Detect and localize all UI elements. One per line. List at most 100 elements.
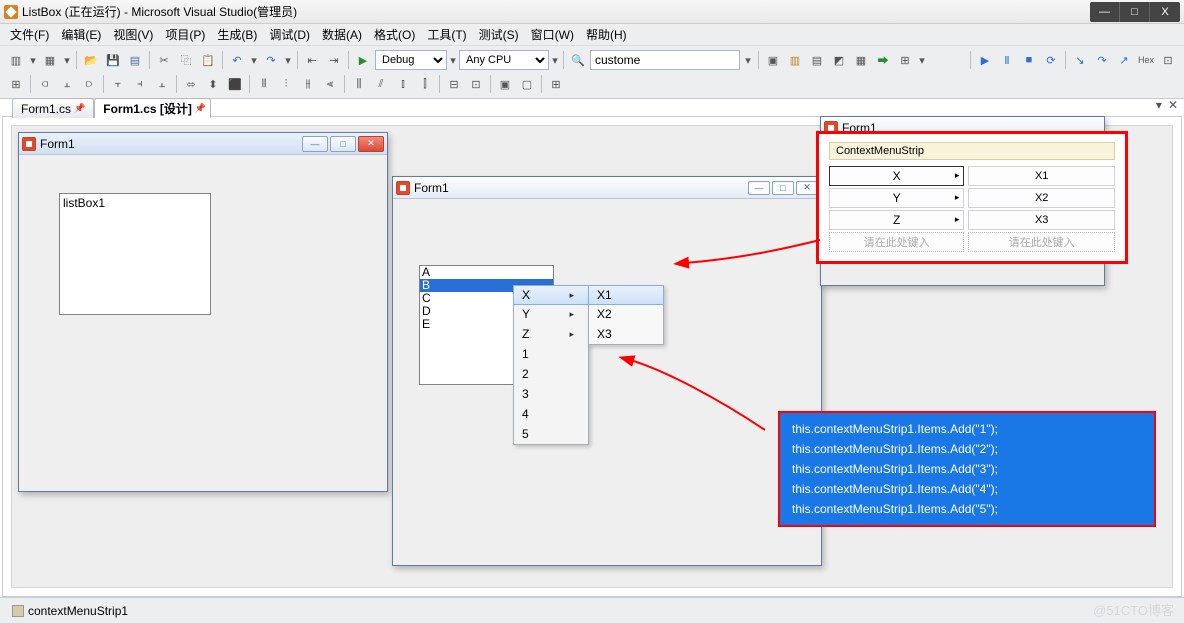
tab-dropdown-icon[interactable]: ▾ (1156, 98, 1162, 112)
form-minimize-button[interactable]: — (748, 181, 770, 195)
menu-help[interactable]: 帮助(H) (580, 24, 633, 45)
form1-designer[interactable]: Form1 — □ ✕ listBox1 (18, 132, 388, 492)
menu-edit[interactable]: 编辑(E) (55, 24, 107, 45)
contextmenustrip-designer[interactable]: ContextMenuStrip X▸ X1 Y▸ X2 Z▸ X3 请在此处键… (825, 138, 1119, 257)
dropdown-icon[interactable]: ▾ (449, 50, 457, 70)
menu-tools[interactable]: 工具(T) (421, 24, 472, 45)
restart-button[interactable]: ⟳ (1041, 50, 1061, 70)
toolbox-button[interactable]: ▣ (763, 50, 783, 70)
menu-item-x[interactable]: X▸ (513, 285, 589, 305)
same-size-button[interactable]: ⬛ (225, 74, 245, 94)
submenu-item-x1[interactable]: X1 (588, 285, 664, 305)
menu-item-2[interactable]: 2 (514, 364, 588, 384)
align-left-button[interactable]: ⫏ (35, 74, 55, 94)
nav-back-button[interactable]: ⇤ (302, 50, 322, 70)
hspace-equal-button[interactable]: ⫴ (254, 74, 274, 94)
config-dropdown[interactable]: Debug (375, 50, 447, 70)
vspace-dec-button[interactable]: ⫾ (393, 74, 413, 94)
step-over-button[interactable]: ↷ (1092, 50, 1112, 70)
menu-file[interactable]: 文件(F) (4, 24, 55, 45)
tab-close-icon[interactable]: ✕ (1168, 98, 1178, 112)
cms-placeholder[interactable]: 请在此处键入 (829, 232, 964, 252)
breakpoint-button[interactable]: ⊡ (1158, 50, 1178, 70)
form1-running[interactable]: Form1 — □ ✕ A B C D E X▸ (392, 176, 822, 566)
menu-view[interactable]: 视图(V) (107, 24, 159, 45)
dropdown-icon[interactable]: ▾ (283, 50, 293, 70)
vspace-inc-button[interactable]: ⫽ (371, 74, 391, 94)
tab-form1-design[interactable]: Form1.cs [设计]📌 (94, 98, 211, 118)
paste-button[interactable]: 📋 (198, 50, 218, 70)
start-button[interactable]: ▶ (353, 50, 373, 70)
menu-item-5[interactable]: 5 (514, 424, 588, 444)
menu-debug[interactable]: 调试(D) (263, 24, 316, 45)
add-item-button[interactable]: ▦ (40, 50, 60, 70)
same-height-button[interactable]: ⬍ (203, 74, 223, 94)
properties-button[interactable]: ▤ (807, 50, 827, 70)
cms-placeholder[interactable]: 请在此处键入 (968, 232, 1115, 252)
cut-button[interactable]: ✂ (154, 50, 174, 70)
dropdown-icon[interactable]: ▾ (62, 50, 72, 70)
menu-build[interactable]: 生成(B) (211, 24, 263, 45)
align-top-button[interactable]: ⫟ (108, 74, 128, 94)
cms-subitem-x2[interactable]: X2 (968, 188, 1115, 208)
align-right-button[interactable]: ⫐ (79, 74, 99, 94)
form-maximize-button[interactable]: □ (772, 181, 794, 195)
platform-dropdown[interactable]: Any CPU (459, 50, 549, 70)
undo-button[interactable]: ↶ (227, 50, 247, 70)
stop-button[interactable]: ■ (1019, 50, 1039, 70)
vspace-equal-button[interactable]: ⫼ (349, 74, 369, 94)
form-body[interactable]: A B C D E X▸ Y▸ Z▸ 1 2 3 4 5 (393, 199, 821, 565)
dropdown-icon[interactable]: ▾ (917, 50, 927, 70)
start-page-button[interactable]: ⮕ (873, 50, 893, 70)
center-vert-button[interactable]: ⊡ (466, 74, 486, 94)
hex-button[interactable]: Hex (1136, 50, 1156, 70)
object-browser-button[interactable]: ▦ (851, 50, 871, 70)
play-button[interactable]: ▶ (975, 50, 995, 70)
menu-window[interactable]: 窗口(W) (525, 24, 580, 45)
menu-item-y[interactable]: Y▸ (514, 304, 588, 324)
menu-item-1[interactable]: 1 (514, 344, 588, 364)
menu-test[interactable]: 测试(S) (473, 24, 525, 45)
align-middle-button[interactable]: ⫞ (130, 74, 150, 94)
form-minimize-button[interactable]: — (302, 136, 328, 152)
hspace-dec-button[interactable]: ⫵ (298, 74, 318, 94)
menu-item-3[interactable]: 3 (514, 384, 588, 404)
hspace-inc-button[interactable]: ⫶ (276, 74, 296, 94)
pause-button[interactable]: Ⅱ (997, 50, 1017, 70)
minimize-button[interactable]: — (1090, 2, 1120, 22)
menu-data[interactable]: 数据(A) (316, 24, 368, 45)
nav-fwd-button[interactable]: ⇥ (324, 50, 344, 70)
align-grid-button[interactable]: ⊞ (6, 74, 26, 94)
find-button[interactable]: 🔍 (568, 50, 588, 70)
cms-item-x[interactable]: X▸ (829, 166, 964, 186)
step-into-button[interactable]: ↘ (1070, 50, 1090, 70)
class-view-button[interactable]: ◩ (829, 50, 849, 70)
open-button[interactable]: 📂 (81, 50, 101, 70)
redo-button[interactable]: ↷ (261, 50, 281, 70)
dropdown-icon[interactable]: ▾ (249, 50, 259, 70)
same-width-button[interactable]: ⬄ (181, 74, 201, 94)
save-all-button[interactable]: ▤ (125, 50, 145, 70)
form-close-button[interactable]: ✕ (796, 181, 818, 195)
extensions-button[interactable]: ⊞ (895, 50, 915, 70)
dropdown-icon[interactable]: ▾ (742, 50, 754, 70)
listbox1[interactable]: listBox1 (59, 193, 211, 315)
copy-button[interactable]: ⿻ (176, 50, 196, 70)
menu-format[interactable]: 格式(O) (368, 24, 421, 45)
vspace-remove-button[interactable]: ⫿ (415, 74, 435, 94)
cms-item-y[interactable]: Y▸ (829, 188, 964, 208)
form-close-button[interactable]: ✕ (358, 136, 384, 152)
step-out-button[interactable]: ↗ (1114, 50, 1134, 70)
form-maximize-button[interactable]: □ (330, 136, 356, 152)
menu-item-z[interactable]: Z▸ (514, 324, 588, 344)
align-center-button[interactable]: ⫠ (57, 74, 77, 94)
submenu-item-x3[interactable]: X3 (589, 324, 663, 344)
center-horiz-button[interactable]: ⊟ (444, 74, 464, 94)
list-item[interactable]: A (420, 266, 553, 279)
dropdown-icon[interactable]: ▾ (551, 50, 559, 70)
menu-project[interactable]: 项目(P) (159, 24, 211, 45)
tab-form1-cs[interactable]: Form1.cs📌 (12, 98, 94, 118)
form-body[interactable]: listBox1 (19, 155, 387, 491)
submenu-item-x2[interactable]: X2 (589, 304, 663, 324)
search-input[interactable] (590, 50, 740, 70)
